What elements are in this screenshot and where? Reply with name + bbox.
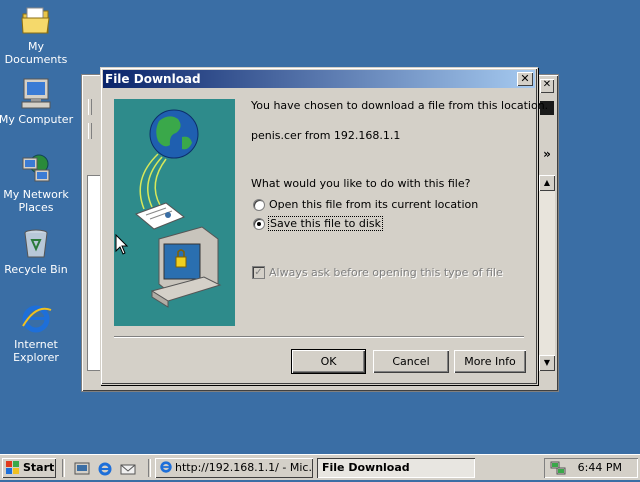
taskbar-item-label: File Download bbox=[322, 461, 410, 474]
desktop-icon-label: Internet Explorer bbox=[13, 338, 59, 364]
scroll-down-button[interactable]: ▼ bbox=[539, 355, 555, 371]
ie-icon bbox=[19, 302, 53, 336]
taskbar-item-file-download[interactable]: File Download bbox=[317, 458, 475, 478]
open-file-label[interactable]: Open this file from its current location bbox=[269, 198, 478, 211]
dialog-separator bbox=[114, 336, 524, 338]
always-ask-checkbox: ✓ bbox=[252, 266, 265, 279]
close-button[interactable]: ✕ bbox=[517, 72, 533, 86]
scroll-up-button[interactable]: ▲ bbox=[539, 175, 555, 191]
always-ask-label: Always ask before opening this type of f… bbox=[269, 266, 503, 279]
ok-button[interactable]: OK bbox=[291, 349, 366, 374]
computer-icon bbox=[19, 77, 53, 111]
show-desktop-icon[interactable] bbox=[74, 461, 90, 477]
browser-close-button[interactable]: ✕ bbox=[540, 79, 554, 93]
recycle-bin-icon bbox=[19, 227, 53, 261]
taskbar-item-label: http://192.168.1.1/ - Mic... bbox=[175, 461, 313, 474]
desktop-icon-my-documents[interactable]: My Documents bbox=[0, 4, 74, 66]
clock[interactable]: 6:44 PM bbox=[578, 461, 622, 474]
save-file-radio[interactable] bbox=[253, 218, 265, 230]
toolbar-overflow-button[interactable]: » bbox=[540, 147, 554, 163]
globe-icon bbox=[149, 109, 199, 159]
question-text: What would you like to do with this file… bbox=[251, 177, 471, 190]
ie-quicklaunch-icon[interactable] bbox=[97, 461, 113, 477]
taskbar-item-browser[interactable]: http://192.168.1.1/ - Mic... bbox=[155, 458, 313, 478]
desktop-icon-internet-explorer[interactable]: Internet Explorer bbox=[0, 302, 74, 364]
open-file-radio[interactable] bbox=[253, 199, 265, 211]
folder-icon bbox=[19, 4, 53, 38]
desktop-icon-my-network-places[interactable]: My Network Places bbox=[0, 152, 74, 214]
desktop-icon-label: My Documents bbox=[4, 40, 68, 66]
start-button[interactable]: Start bbox=[2, 458, 56, 478]
toolbar-grip bbox=[88, 99, 92, 115]
desktop-icon-my-computer[interactable]: My Computer bbox=[0, 77, 74, 126]
dialog-titlebar[interactable]: File Download ✕ bbox=[103, 70, 535, 88]
windows-logo-icon bbox=[6, 461, 20, 482]
more-info-button[interactable]: More Info bbox=[454, 350, 526, 373]
network-icon bbox=[19, 152, 53, 186]
dialog-title: File Download bbox=[105, 72, 201, 86]
ie-icon bbox=[159, 460, 173, 478]
desktop-icon-label: Recycle Bin bbox=[4, 263, 68, 276]
mouse-cursor-icon bbox=[115, 233, 129, 259]
download-illustration bbox=[114, 99, 235, 326]
taskbar: Start http://192.168.1.1/ - Mic... File … bbox=[0, 454, 640, 480]
taskbar-divider bbox=[148, 459, 151, 477]
outlook-express-icon[interactable] bbox=[120, 461, 136, 477]
save-file-label[interactable]: Save this file to disk bbox=[268, 216, 383, 231]
network-tray-icon[interactable] bbox=[550, 460, 566, 479]
system-tray: 6:44 PM bbox=[544, 458, 638, 478]
file-download-dialog[interactable]: File Download ✕ You have chosen to downl… bbox=[100, 67, 548, 385]
start-label: Start bbox=[23, 461, 55, 474]
desktop-icon-label: My Computer bbox=[0, 113, 74, 126]
computer-lock-icon bbox=[150, 226, 222, 308]
file-info-text: penis.cer from 192.168.1.1 bbox=[251, 129, 401, 142]
desktop-icon-label: My Network Places bbox=[3, 188, 69, 214]
cancel-button[interactable]: Cancel bbox=[373, 350, 449, 373]
taskbar-divider bbox=[62, 459, 65, 477]
vertical-scrollbar[interactable]: ▲ ▼ bbox=[538, 175, 555, 371]
toolbar-grip bbox=[88, 123, 92, 139]
intro-text: You have chosen to download a file from … bbox=[251, 99, 549, 112]
desktop-icon-recycle-bin[interactable]: Recycle Bin bbox=[0, 227, 74, 276]
